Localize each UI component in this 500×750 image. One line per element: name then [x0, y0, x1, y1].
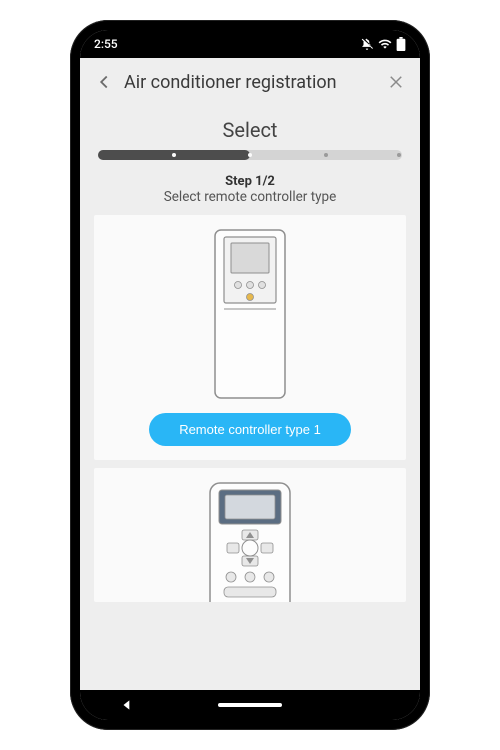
- app-bar: Air conditioner registration: [80, 58, 420, 106]
- nav-back-button[interactable]: [120, 698, 134, 712]
- chevron-left-icon: [93, 71, 115, 93]
- close-button[interactable]: [382, 68, 410, 96]
- remote-type-2-illustration: [209, 482, 291, 602]
- content-area: Select Step 1/2 Select remote controller…: [80, 106, 420, 690]
- progress-bar: [98, 150, 402, 160]
- android-nav-bar: [80, 690, 420, 720]
- remote-type-1-illustration: [214, 229, 286, 399]
- back-button[interactable]: [90, 68, 118, 96]
- stage-heading: Select: [94, 118, 406, 142]
- notification-silence-icon: [360, 37, 374, 51]
- options-list: Remote controller type 1: [94, 215, 406, 690]
- progress-dot-4: [397, 153, 401, 157]
- wifi-icon: [378, 37, 392, 51]
- triangle-left-icon: [120, 698, 134, 712]
- status-bar: 2:55: [80, 30, 420, 58]
- select-type-1-button[interactable]: Remote controller type 1: [149, 413, 351, 446]
- progress-dot-3: [324, 153, 328, 157]
- screen: 2:55 Air conditioner registration: [80, 30, 420, 720]
- page-title: Air conditioner registration: [124, 72, 376, 93]
- status-icons: [360, 37, 406, 51]
- step-subtitle: Select remote controller type: [94, 189, 406, 205]
- nav-home-button[interactable]: [218, 703, 282, 707]
- option-card-type-2[interactable]: [94, 468, 406, 602]
- step-label: Step 1/2: [94, 174, 406, 189]
- status-time: 2:55: [94, 37, 118, 51]
- close-icon: [387, 73, 405, 91]
- battery-icon: [396, 37, 406, 51]
- progress-dot-1: [172, 153, 176, 157]
- option-card-type-1[interactable]: Remote controller type 1: [94, 215, 406, 460]
- phone-frame: 2:55 Air conditioner registration: [70, 20, 430, 730]
- progress-dot-2: [248, 153, 252, 157]
